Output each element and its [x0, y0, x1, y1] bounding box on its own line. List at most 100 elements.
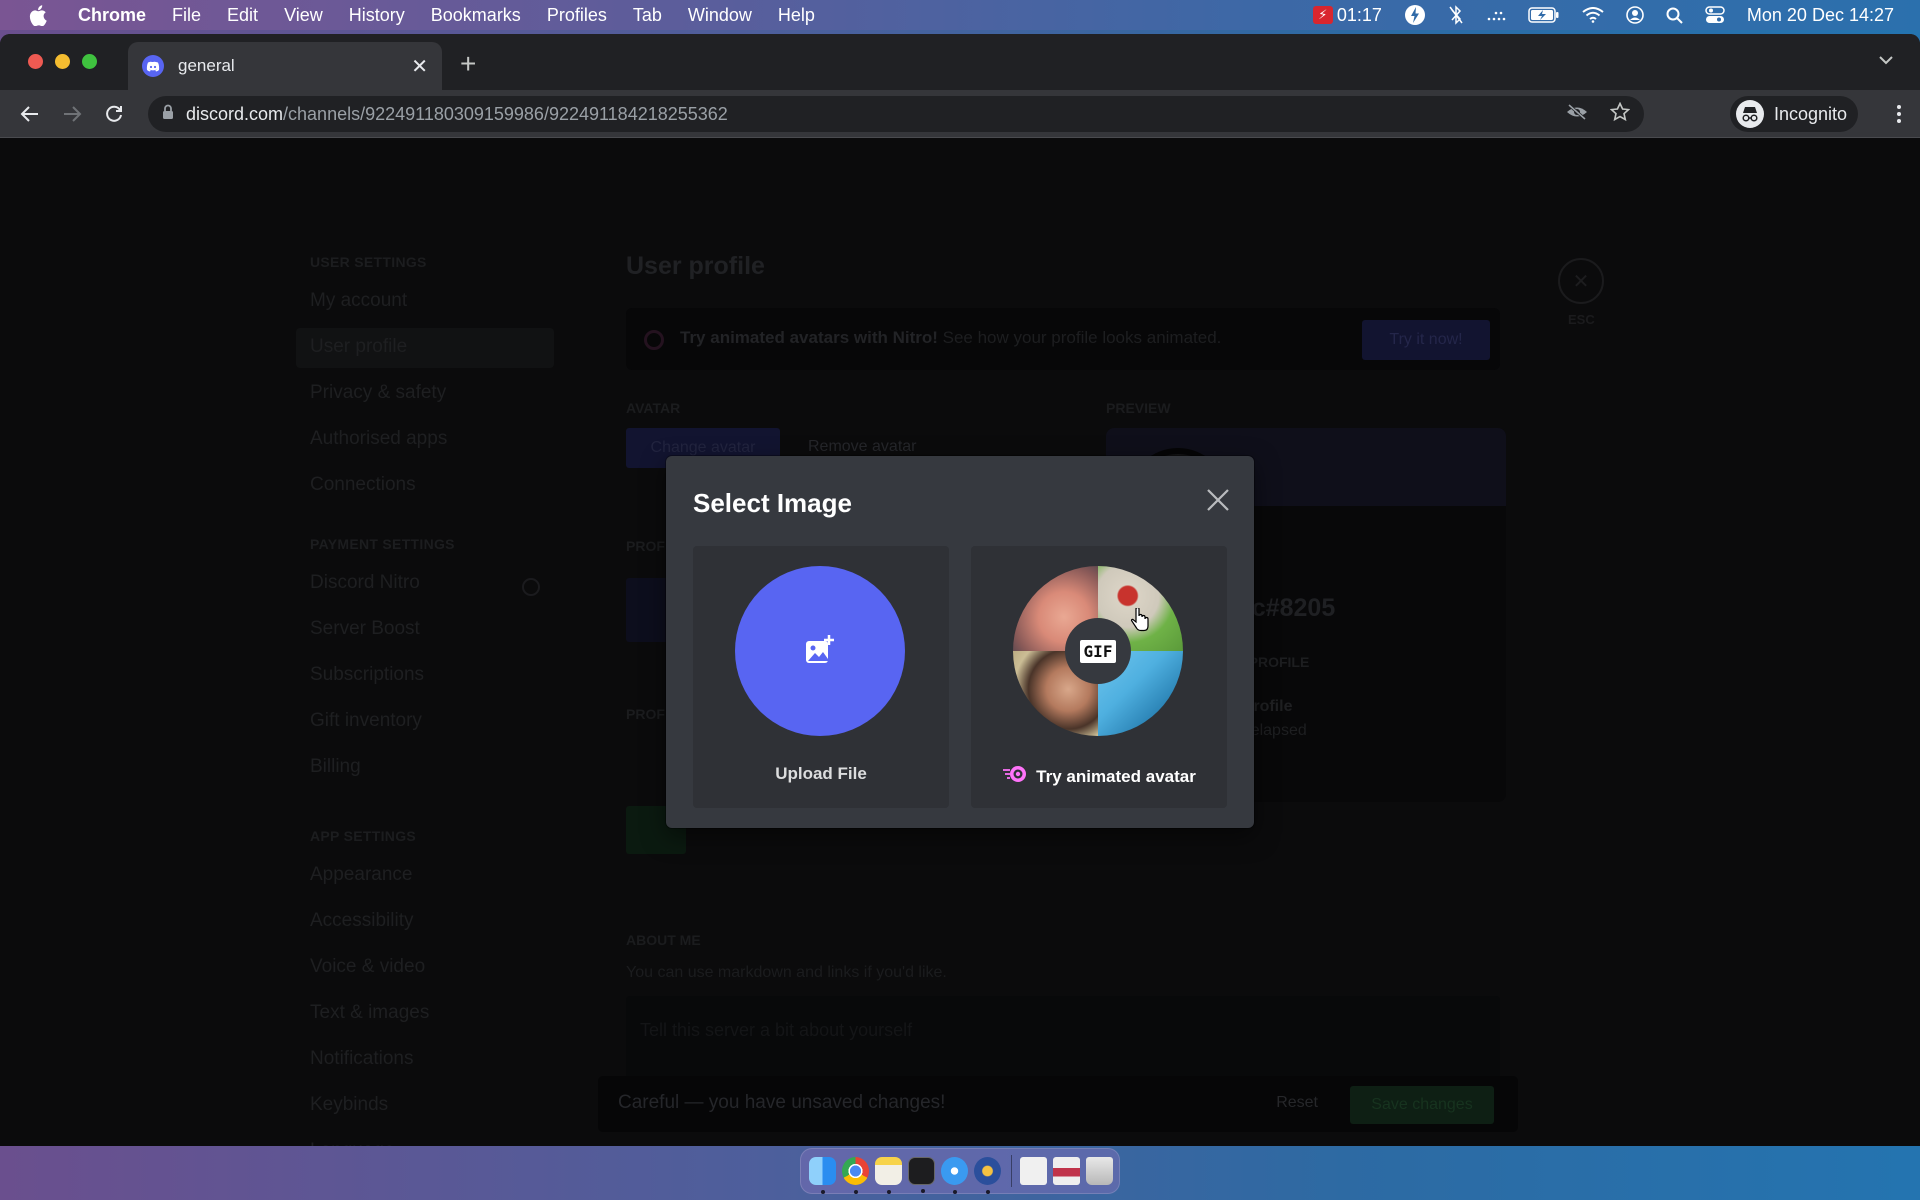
sidebar-item-connections[interactable]: Connections: [310, 474, 416, 496]
sidebar-item-my-account[interactable]: My account: [310, 290, 407, 312]
spotlight-search-icon[interactable]: [1666, 7, 1683, 24]
sidebar-item-subscriptions[interactable]: Subscriptions: [310, 664, 424, 686]
trash-icon[interactable]: [1086, 1157, 1114, 1185]
sidebar-item-text-images[interactable]: Text & images: [310, 1002, 429, 1024]
macos-menu-bar: Chrome File Edit View History Bookmarks …: [0, 0, 1920, 30]
menu-file[interactable]: File: [172, 5, 201, 26]
recent-window-icon[interactable]: [1053, 1157, 1081, 1185]
menu-app-chrome[interactable]: Chrome: [78, 5, 146, 26]
sidebar-item-authorised-apps[interactable]: Authorised apps: [310, 428, 447, 450]
sidebar-item-privacy-safety[interactable]: Privacy & safety: [310, 382, 446, 404]
new-tab-button[interactable]: +: [460, 48, 476, 80]
url-path: /channels/922491180309159986/92249118421…: [283, 103, 728, 124]
apple-icon[interactable]: [28, 4, 48, 26]
minimize-window-button[interactable]: [55, 54, 70, 69]
avatar-section-label: AVATAR: [626, 400, 681, 416]
menu-bookmarks[interactable]: Bookmarks: [431, 5, 521, 26]
lock-icon[interactable]: [162, 104, 174, 125]
nitro-banner-text: Try animated avatars with Nitro! See how…: [680, 328, 1221, 348]
chrome-menu-icon[interactable]: [1896, 104, 1902, 129]
screen-recorder-status[interactable]: ⚡ 01:17: [1312, 5, 1382, 26]
back-button[interactable]: [18, 102, 42, 126]
safari-icon[interactable]: [941, 1157, 969, 1194]
bluetooth-off-icon[interactable]: [1448, 5, 1464, 25]
terminal-icon[interactable]: [908, 1157, 936, 1193]
menu-view[interactable]: View: [284, 5, 323, 26]
nitro-icon: [644, 330, 664, 350]
sidebar-header-payment-settings: PAYMENT SETTINGS: [310, 536, 455, 552]
menu-edit[interactable]: Edit: [227, 5, 258, 26]
downloads-stack-icon[interactable]: [1020, 1157, 1048, 1185]
save-changes-button[interactable]: Save changes: [1350, 1086, 1494, 1124]
profile-label: Incognito: [1774, 103, 1848, 124]
about-me-input[interactable]: Tell this server a bit about yourself: [626, 996, 1500, 1088]
sidebar-item-billing[interactable]: Billing: [310, 756, 361, 778]
nitro-badge-icon: [522, 578, 540, 596]
about-me-label: ABOUT ME: [626, 932, 701, 948]
dock-separator: [1011, 1155, 1013, 1187]
upload-file-label: Upload File: [775, 764, 867, 783]
bookmark-star-icon[interactable]: [1609, 101, 1631, 127]
reload-button[interactable]: [102, 102, 126, 126]
url-host: discord.com: [186, 103, 284, 124]
sidebar-item-keybinds[interactable]: Keybinds: [310, 1094, 388, 1116]
notes-icon[interactable]: [875, 1157, 902, 1194]
recording-icon: ⚡: [1312, 6, 1333, 24]
tab-search-chevron-icon[interactable]: [1878, 52, 1894, 70]
chrome-icon[interactable]: [842, 1157, 869, 1194]
incognito-profile-button[interactable]: Incognito: [1730, 96, 1858, 132]
select-image-modal: Select Image Upload File GIF Try animate…: [666, 456, 1254, 828]
try-animated-avatar-label-row: Try animated avatar: [971, 764, 1227, 789]
chrome-window: general ✕ + discord.com/channels/9224911…: [0, 34, 1920, 1146]
battery-charging-icon[interactable]: [1528, 7, 1560, 23]
sidebar-item-voice-video[interactable]: Voice & video: [310, 956, 425, 978]
try-animated-avatar-option[interactable]: GIF Try animated avatar: [971, 546, 1227, 808]
close-settings-button[interactable]: ✕: [1558, 258, 1604, 304]
sidebar-item-notifications[interactable]: Notifications: [310, 1048, 414, 1070]
sidebar-item-accessibility[interactable]: Accessibility: [310, 910, 413, 932]
menu-profiles[interactable]: Profiles: [547, 5, 607, 26]
zoom-window-button[interactable]: [82, 54, 97, 69]
menu-window[interactable]: Window: [688, 5, 752, 26]
tab-general[interactable]: general ✕: [128, 42, 442, 90]
menu-help[interactable]: Help: [778, 5, 815, 26]
lightning-app-icon[interactable]: [1404, 4, 1426, 26]
nitro-icon: [1002, 764, 1028, 789]
close-tab-icon[interactable]: ✕: [411, 54, 428, 79]
remove-avatar-button[interactable]: Remove avatar: [808, 438, 917, 456]
control-center-icon[interactable]: [1705, 6, 1725, 24]
sidebar-item-language[interactable]: Language: [310, 1140, 395, 1146]
address-bar[interactable]: discord.com/channels/922491180309159986/…: [148, 96, 1644, 132]
sidebar-item-discord-nitro[interactable]: Discord Nitro: [310, 572, 420, 594]
forward-button[interactable]: [60, 102, 84, 126]
sidebar-item-user-profile[interactable]: User profile: [310, 336, 407, 358]
upload-circle: [735, 566, 905, 736]
tab-strip: general ✕ +: [0, 34, 1920, 90]
dots-status-icon[interactable]: [1486, 8, 1506, 22]
url-text: discord.com/channels/922491180309159986/…: [186, 104, 728, 125]
sidebar-item-appearance[interactable]: Appearance: [310, 864, 412, 886]
profile-section-label-2: PROF: [626, 706, 665, 722]
wifi-icon[interactable]: [1582, 7, 1604, 23]
page-title: User profile: [626, 252, 765, 280]
menu-history[interactable]: History: [349, 5, 405, 26]
sidebar-item-gift-inventory[interactable]: Gift inventory: [310, 710, 422, 732]
tab-title: general: [178, 56, 235, 75]
about-me-hint: You can use markdown and links if you'd …: [626, 964, 947, 981]
menu-tab[interactable]: Tab: [633, 5, 662, 26]
try-it-now-button[interactable]: Try it now!: [1362, 320, 1490, 360]
modal-close-icon[interactable]: [1204, 486, 1232, 514]
menubar-clock[interactable]: Mon 20 Dec 14:27: [1747, 5, 1894, 26]
lightning-app-dock-icon[interactable]: [974, 1157, 1002, 1194]
gif-badge: GIF: [1079, 639, 1117, 663]
user-account-icon[interactable]: [1626, 6, 1644, 24]
finder-icon[interactable]: [809, 1157, 836, 1194]
sidebar-item-server-boost[interactable]: Server Boost: [310, 618, 420, 640]
tracking-blocked-eye-icon[interactable]: [1566, 103, 1588, 126]
incognito-icon: [1736, 100, 1764, 128]
reset-button[interactable]: Reset: [1276, 1094, 1318, 1112]
close-window-button[interactable]: [28, 54, 43, 69]
upload-file-option[interactable]: Upload File: [693, 546, 949, 808]
nitro-upsell-banner: Try animated avatars with Nitro! See how…: [626, 308, 1500, 370]
sidebar-header-app-settings: APP SETTINGS: [310, 828, 417, 844]
